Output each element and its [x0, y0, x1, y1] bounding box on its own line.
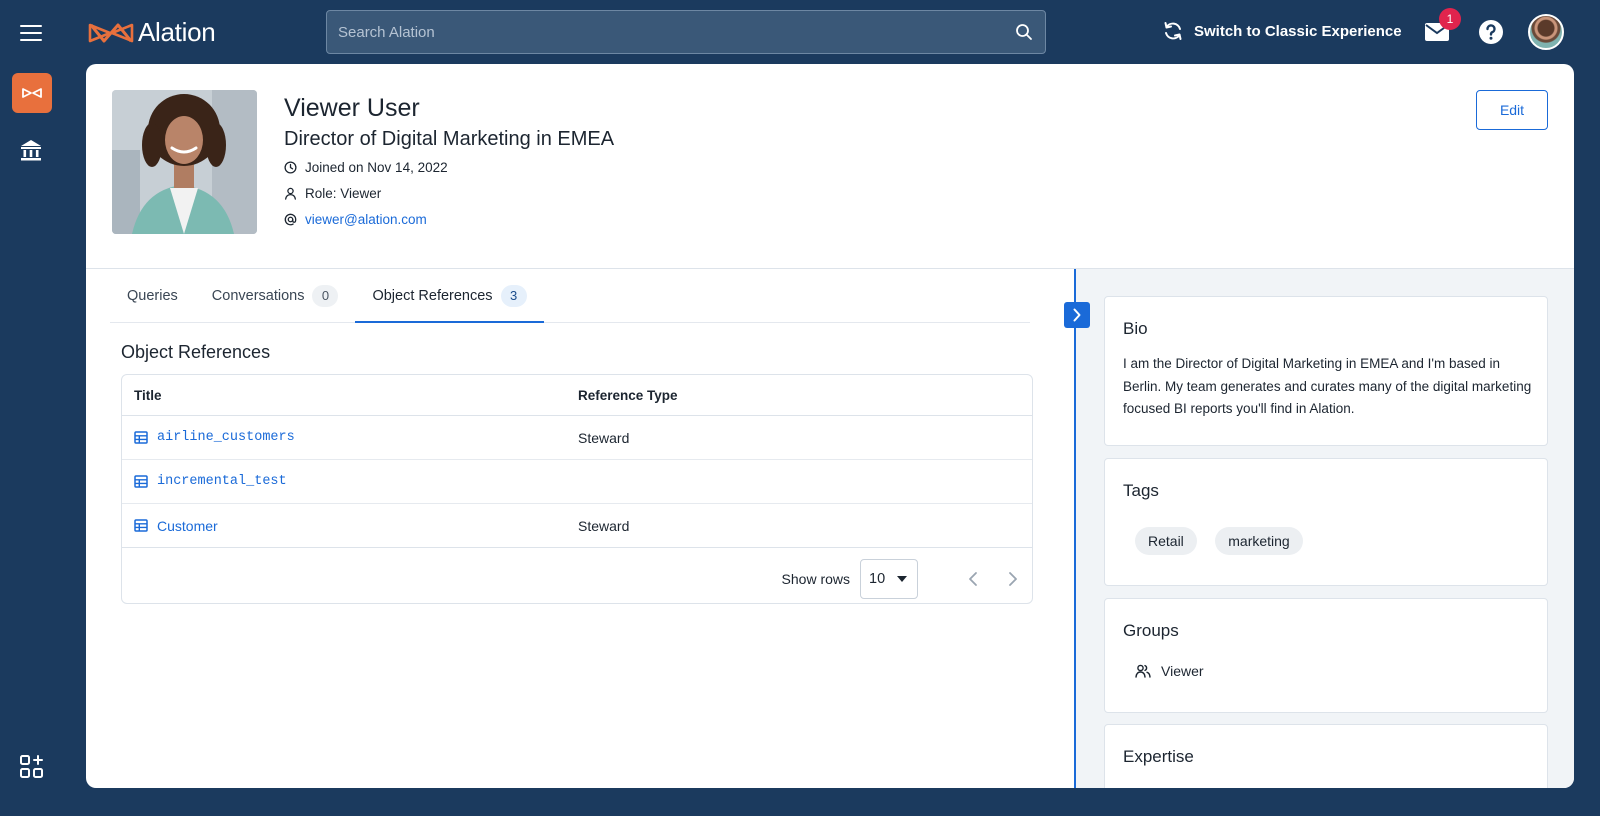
tab-conversations[interactable]: Conversations 0 — [195, 269, 356, 322]
pagination — [968, 571, 1018, 587]
clock-icon — [284, 161, 297, 174]
next-page-button[interactable] — [1008, 571, 1018, 587]
tab-count-badge: 0 — [312, 284, 339, 307]
object-references-table: Title Reference Type airline_customers S… — [121, 374, 1033, 604]
help-icon[interactable] — [1478, 19, 1504, 45]
user-avatar[interactable] — [1528, 14, 1564, 50]
show-rows-label: Show rows — [781, 570, 850, 587]
email-link[interactable]: viewer@alation.com — [305, 212, 427, 227]
tags-title: Tags — [1123, 481, 1159, 500]
table-row: incremental_test — [122, 460, 1032, 504]
joined-row: Joined on Nov 14, 2022 — [284, 160, 448, 175]
email-row: viewer@alation.com — [284, 212, 427, 227]
add-apps-icon[interactable] — [19, 754, 45, 780]
joined-text: Joined on Nov 14, 2022 — [305, 160, 448, 175]
table-icon — [134, 431, 148, 444]
table-icon — [134, 475, 148, 488]
alation-logo-mark — [88, 23, 134, 42]
profile-card: Viewer User Director of Digital Marketin… — [86, 64, 1574, 788]
profile-tabs: Queries Conversations 0 Object Reference… — [110, 269, 1030, 323]
tab-label: Object References — [372, 287, 493, 304]
tab-label: Queries — [127, 287, 178, 304]
rail-home-button[interactable] — [12, 73, 52, 113]
table-header: Title Reference Type — [122, 375, 1032, 416]
profile-name: Viewer User — [284, 94, 420, 122]
tags-card: Tags Retail marketing — [1104, 458, 1548, 586]
search-icon[interactable] — [1015, 23, 1033, 41]
users-icon — [1135, 664, 1151, 678]
object-link[interactable]: airline_customers — [157, 430, 295, 445]
logo-text: Alation — [138, 17, 216, 47]
user-icon — [285, 187, 296, 200]
at-sign-icon — [284, 213, 297, 226]
top-bar: Alation Switch to Classic Experience 1 — [0, 0, 1600, 64]
profile-photo — [112, 90, 257, 234]
column-header-reference-type[interactable]: Reference Type — [578, 388, 1032, 403]
menu-icon[interactable] — [18, 22, 44, 42]
table-row: airline_customers Steward — [122, 416, 1032, 460]
refresh-icon — [1164, 22, 1182, 40]
group-label: Viewer — [1161, 663, 1204, 679]
expertise-title: Expertise — [1123, 747, 1194, 766]
alation-mark-icon — [22, 88, 42, 98]
edit-profile-button[interactable]: Edit — [1476, 90, 1548, 130]
title-cell: Customer — [122, 518, 578, 534]
search-input[interactable] — [327, 11, 1045, 53]
groups-title: Groups — [1123, 621, 1179, 640]
expertise-card: Expertise — [1104, 724, 1548, 788]
profile-photo-image — [112, 90, 257, 234]
chevron-left-icon — [969, 571, 977, 586]
title-cell: airline_customers — [122, 430, 578, 445]
section-title: Object References — [121, 342, 271, 362]
chevron-right-icon — [1073, 308, 1081, 322]
tag-chip[interactable]: Retail — [1135, 527, 1197, 555]
tab-count-badge: 3 — [500, 284, 527, 307]
table-footer: Show rows 10 — [122, 552, 1032, 603]
tab-queries[interactable]: Queries — [110, 269, 195, 322]
collapse-panel-button[interactable] — [1064, 302, 1090, 328]
bio-title: Bio — [1123, 319, 1148, 338]
notification-badge: 1 — [1439, 8, 1461, 30]
catalog-icon[interactable] — [19, 138, 43, 162]
search-bar — [326, 10, 1046, 54]
chevron-right-icon — [1009, 571, 1017, 586]
bio-card: Bio I am the Director of Digital Marketi… — [1104, 296, 1548, 446]
role-row: Role: Viewer — [284, 186, 381, 201]
previous-page-button[interactable] — [968, 571, 978, 587]
column-header-title[interactable]: Title — [122, 388, 578, 403]
role-text: Role: Viewer — [305, 186, 382, 201]
groups-card: Groups Viewer — [1104, 598, 1548, 713]
reference-type-cell: Steward — [578, 429, 630, 446]
tab-object-references[interactable]: Object References 3 — [355, 269, 544, 323]
tags-list: Retail marketing — [1135, 527, 1317, 555]
alation-logo[interactable]: Alation — [88, 17, 216, 48]
object-link[interactable]: Customer — [157, 518, 218, 534]
table-row: Customer Steward — [122, 504, 1032, 548]
tag-chip[interactable]: marketing — [1215, 527, 1303, 555]
profile-title: Director of Digital Marketing in EMEA — [284, 128, 615, 150]
reference-type-cell: Steward — [578, 517, 630, 534]
rows-per-page-value: 10 — [869, 570, 886, 587]
tab-label: Conversations — [211, 287, 305, 304]
panel-divider — [1074, 269, 1076, 788]
switch-classic-label: Switch to Classic Experience — [1194, 22, 1402, 40]
caret-down-icon — [897, 575, 907, 582]
title-cell: incremental_test — [122, 474, 578, 489]
rows-per-page-select[interactable]: 10 — [860, 558, 918, 599]
bio-text: I am the Director of Digital Marketing i… — [1123, 356, 1532, 416]
switch-classic-button[interactable]: Switch to Classic Experience — [1162, 20, 1402, 42]
table-icon — [134, 519, 148, 532]
group-item[interactable]: Viewer — [1135, 663, 1204, 679]
object-link[interactable]: incremental_test — [157, 474, 287, 489]
left-rail — [0, 64, 64, 816]
